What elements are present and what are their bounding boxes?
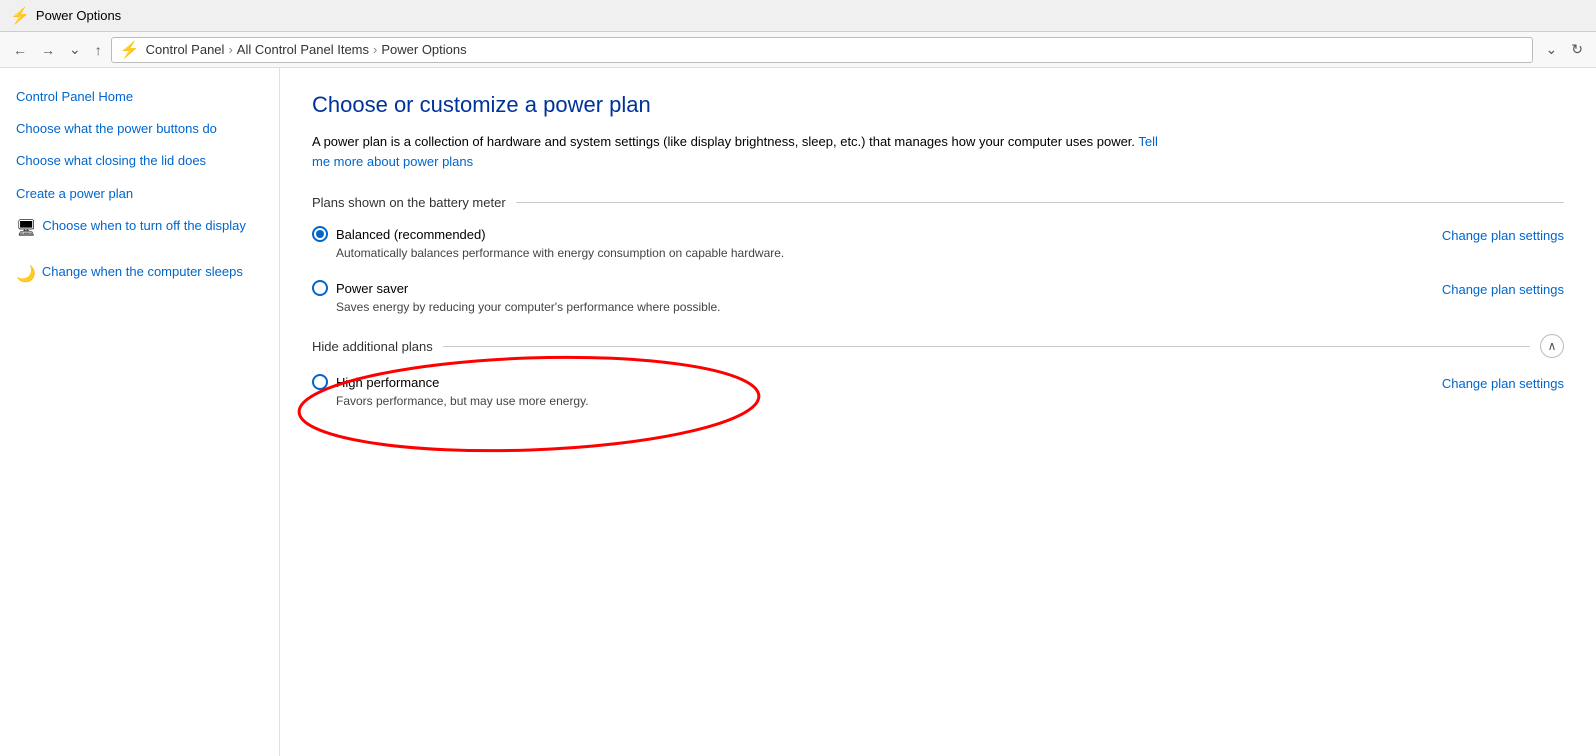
back-button[interactable]: ← xyxy=(8,40,32,60)
up-button[interactable]: ↑ xyxy=(90,40,107,60)
sidebar-item-computer-sleeps[interactable]: Change when the computer sleeps xyxy=(42,263,243,281)
highlight-circle: High performance Favors performance, but… xyxy=(312,374,589,408)
breadcrumb-control-panel: Control Panel xyxy=(146,42,225,57)
additional-plans-section-divider: Hide additional plans ∧ xyxy=(312,334,1564,358)
sidebar-item-turn-off-display[interactable]: Choose when to turn off the display xyxy=(42,217,246,235)
plan-desc-balanced: Automatically balances performance with … xyxy=(336,246,784,260)
sidebar-item-power-buttons[interactable]: Choose what the power buttons do xyxy=(16,120,263,138)
radio-balanced[interactable] xyxy=(312,226,328,242)
refresh-button[interactable]: ↻ xyxy=(1566,39,1588,60)
dropdown-button[interactable]: ⌄ xyxy=(64,39,86,60)
change-plan-high-performance[interactable]: Change plan settings xyxy=(1442,376,1564,391)
sidebar-item-closing-lid[interactable]: Choose what closing the lid does xyxy=(16,152,263,170)
display-icon: 🖥 xyxy=(16,218,36,238)
main-layout: Control Panel Home Choose what the power… xyxy=(0,68,1596,756)
content-area: Choose or customize a power plan A power… xyxy=(280,68,1596,756)
breadcrumb-all-items: All Control Panel Items xyxy=(237,42,369,57)
radio-power-saver[interactable] xyxy=(312,280,328,296)
radio-high-performance[interactable] xyxy=(312,374,328,390)
collapse-additional-button[interactable]: ∧ xyxy=(1540,334,1564,358)
addressbar: ← → ⌄ ↑ ⚡ Control Panel › All Control Pa… xyxy=(0,32,1596,68)
titlebar-title: Power Options xyxy=(36,8,121,23)
plan-item-balanced: Balanced (recommended) Automatically bal… xyxy=(312,226,1564,260)
titlebar-icon: ⚡ xyxy=(10,6,30,26)
change-plan-balanced[interactable]: Change plan settings xyxy=(1442,228,1564,243)
content-description: A power plan is a collection of hardware… xyxy=(312,132,1172,171)
page-title: Choose or customize a power plan xyxy=(312,92,1564,118)
plan-desc-power-saver: Saves energy by reducing your computer's… xyxy=(336,300,721,314)
divider-line-1 xyxy=(516,202,1564,203)
plans-section-divider: Plans shown on the battery meter xyxy=(312,195,1564,210)
plan-name-power-saver: Power saver xyxy=(336,281,408,296)
breadcrumb-power-options: Power Options xyxy=(381,42,466,57)
sidebar-item-turn-off-display-container: 🖥 Choose when to turn off the display xyxy=(16,217,263,249)
sidebar-item-computer-sleeps-container: 🌙 Change when the computer sleeps xyxy=(16,263,263,295)
plans-section-label: Plans shown on the battery meter xyxy=(312,195,506,210)
sidebar-item-create-plan[interactable]: Create a power plan xyxy=(16,185,263,203)
plan-name-high-performance: High performance xyxy=(336,375,439,390)
change-plan-power-saver[interactable]: Change plan settings xyxy=(1442,282,1564,297)
sidebar: Control Panel Home Choose what the power… xyxy=(0,68,280,756)
divider-line-2 xyxy=(443,346,1530,347)
plan-item-high-performance: High performance Favors performance, but… xyxy=(312,374,1564,408)
sleep-icon: 🌙 xyxy=(16,264,36,284)
additional-plans-label: Hide additional plans xyxy=(312,339,433,354)
plan-desc-high-performance: Favors performance, but may use more ene… xyxy=(336,394,589,408)
plan-name-balanced: Balanced (recommended) xyxy=(336,227,486,242)
forward-button[interactable]: → xyxy=(36,40,60,60)
titlebar: ⚡ Power Options xyxy=(0,0,1596,32)
plan-item-power-saver: Power saver Saves energy by reducing you… xyxy=(312,280,1564,314)
dropdown-history-button[interactable]: ⌄ xyxy=(1541,39,1563,60)
sidebar-item-home[interactable]: Control Panel Home xyxy=(16,88,263,106)
address-box[interactable]: ⚡ Control Panel › All Control Panel Item… xyxy=(111,37,1533,63)
